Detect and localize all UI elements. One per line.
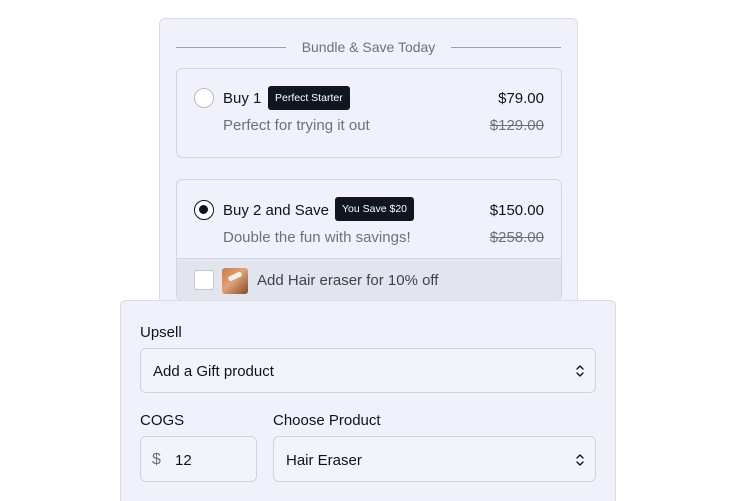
option-badge: You Save $20 xyxy=(335,197,415,221)
option-compare-price: $129.00 xyxy=(489,117,544,134)
option-badge: Perfect Starter xyxy=(268,86,350,110)
radio-button-selected[interactable] xyxy=(194,200,214,220)
upsell-settings-panel: Upsell Add a Gift product COGS $ 12 Choo… xyxy=(120,300,616,501)
currency-prefix: $ xyxy=(152,451,161,468)
option-subtitle: Perfect for trying it out xyxy=(223,117,370,134)
upsell-select-value: Add a Gift product xyxy=(153,363,274,380)
addon-product-image xyxy=(222,268,248,294)
addon-row[interactable]: Add Hair eraser for 10% off xyxy=(177,258,561,300)
cogs-label: COGS xyxy=(140,412,185,429)
choose-product-select[interactable]: Hair Eraser xyxy=(273,436,596,482)
choose-product-value: Hair Eraser xyxy=(286,452,362,469)
option-title: Buy 2 and Save xyxy=(223,202,329,219)
bundle-header: Bundle & Save Today xyxy=(176,37,561,57)
bundle-option-buy-1[interactable]: Buy 1 Perfect Starter $79.00 Perfect for… xyxy=(176,68,562,158)
upsell-label: Upsell xyxy=(140,324,182,341)
cogs-input[interactable]: $ 12 xyxy=(140,436,257,482)
divider-left xyxy=(176,46,286,48)
bundle-option-buy-2[interactable]: Buy 2 and Save You Save $20 $150.00 Doub… xyxy=(176,179,562,301)
choose-product-label: Choose Product xyxy=(273,412,381,429)
divider-right xyxy=(451,46,561,48)
option-compare-price: $258.00 xyxy=(489,229,544,246)
bundle-preview-panel: Bundle & Save Today Buy 1 Perfect Starte… xyxy=(159,18,578,318)
bundle-title: Bundle & Save Today xyxy=(301,39,436,55)
option-price: $79.00 xyxy=(498,90,544,107)
upsell-select[interactable]: Add a Gift product xyxy=(140,348,596,393)
addon-checkbox[interactable] xyxy=(194,270,214,290)
radio-button[interactable] xyxy=(194,88,214,108)
chevron-up-down-icon xyxy=(576,454,584,466)
option-price: $150.00 xyxy=(489,202,544,219)
chevron-up-down-icon xyxy=(576,365,584,377)
option-title: Buy 1 xyxy=(223,90,262,107)
option-subtitle: Double the fun with savings! xyxy=(223,229,411,246)
cogs-value: 12 xyxy=(175,452,192,469)
addon-label: Add Hair eraser for 10% off xyxy=(257,272,439,289)
